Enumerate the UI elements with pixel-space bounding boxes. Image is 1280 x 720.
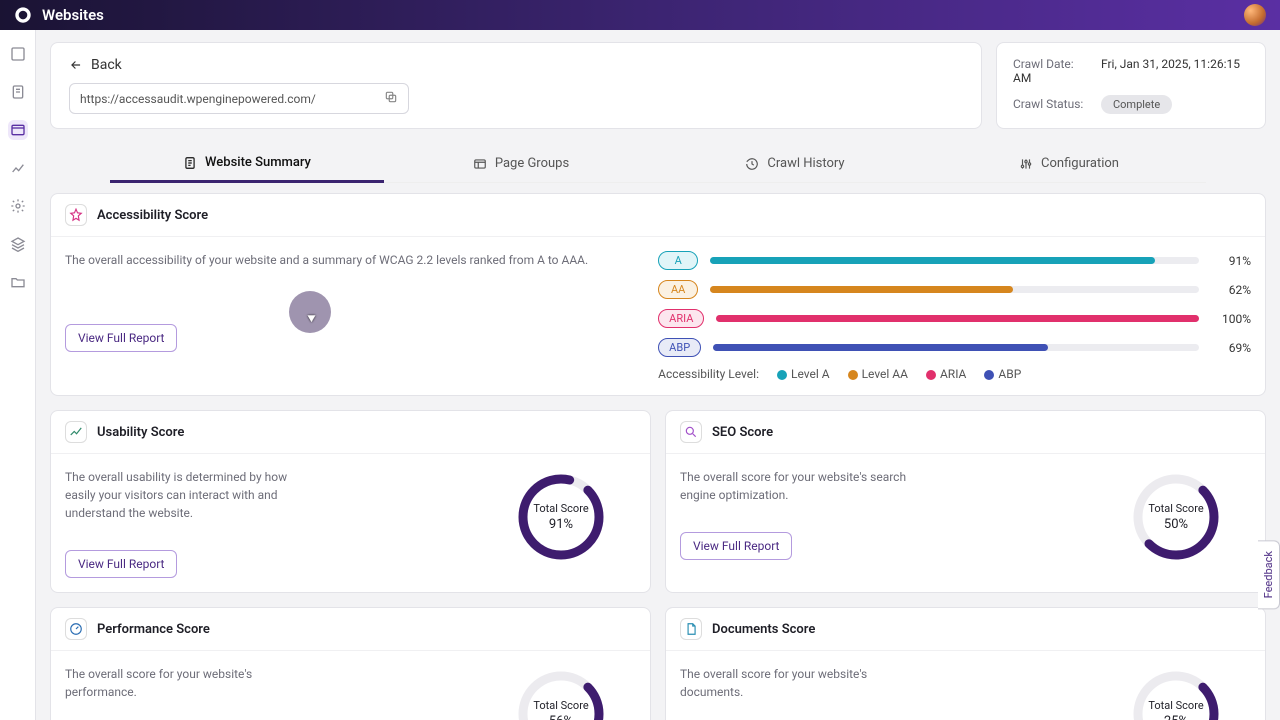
tab-label: Configuration <box>1041 156 1119 171</box>
star-icon <box>65 204 87 226</box>
bar-percent: 69% <box>1211 341 1251 355</box>
level-pill: AA <box>658 280 698 299</box>
app-logo-icon <box>14 6 32 24</box>
view-full-report-button[interactable]: View Full Report <box>65 550 177 578</box>
nav-dashboard-icon[interactable] <box>8 44 28 64</box>
nav-reports-icon[interactable] <box>8 82 28 102</box>
card-title: Documents Score <box>712 622 815 637</box>
legend-item: ABP <box>984 367 1021 381</box>
accessibility-desc: The overall accessibility of your websit… <box>65 251 628 269</box>
bar-row-a: A 91% <box>658 251 1251 270</box>
crawl-status-badge: Complete <box>1101 95 1172 114</box>
url-input[interactable]: https://accessaudit.wpenginepowered.com/ <box>69 83 409 114</box>
level-pill: A <box>658 251 698 270</box>
tab-label: Crawl History <box>767 156 844 171</box>
score-value: 91% <box>549 517 573 532</box>
legend-item: Level AA <box>848 367 908 381</box>
legend-item: Level A <box>777 367 830 381</box>
seo-desc: The overall score for your website's sea… <box>680 468 920 504</box>
accessibility-bars: A 91% AA 62% ARIA 100% ABP 69% Accessibility Lev… <box>658 251 1251 381</box>
user-avatar[interactable] <box>1244 4 1266 26</box>
back-button[interactable]: Back <box>69 57 122 73</box>
search-icon <box>680 421 702 443</box>
accessibility-card: Accessibility Score The overall accessib… <box>50 193 1266 396</box>
url-text: https://accessaudit.wpenginepowered.com/ <box>80 92 316 106</box>
documents-desc: The overall score for your website's doc… <box>680 665 920 701</box>
card-title: Accessibility Score <box>97 208 208 223</box>
performance-card: Performance Score The overall score for … <box>50 607 651 720</box>
crawl-meta-card: Crawl Date: Fri, Jan 31, 2025, 11:26:15 … <box>996 42 1266 129</box>
bar-row-aria: ARIA 100% <box>658 309 1251 328</box>
score-label: Total Score <box>533 502 588 515</box>
bar-percent: 100% <box>1211 312 1251 326</box>
tab-configuration[interactable]: Configuration <box>932 145 1206 182</box>
card-title: Usability Score <box>97 425 184 440</box>
nav-websites-icon[interactable] <box>8 120 28 140</box>
back-label: Back <box>91 57 122 73</box>
nav-layers-icon[interactable] <box>8 234 28 254</box>
tab-label: Website Summary <box>205 155 311 170</box>
history-icon <box>745 157 759 171</box>
crawl-status-label: Crawl Status: <box>1013 97 1098 111</box>
bar-row-abp: ABP 69% <box>658 338 1251 357</box>
bar-track <box>713 344 1199 351</box>
seo-card: SEO Score The overall score for your web… <box>665 410 1266 593</box>
usability-donut: Total Score 91% <box>516 472 606 562</box>
nav-settings-icon[interactable] <box>8 196 28 216</box>
level-pill: ARIA <box>658 309 704 328</box>
crawl-date-label: Crawl Date: <box>1013 57 1098 71</box>
gauge-icon <box>65 618 87 640</box>
usability-desc: The overall usability is determined by h… <box>65 468 305 522</box>
bar-track <box>710 257 1199 264</box>
card-title: Performance Score <box>97 622 210 637</box>
usability-card: Usability Score The overall usability is… <box>50 410 651 593</box>
tabs: Website Summary Page Groups Crawl Histor… <box>110 145 1206 183</box>
topbar: Websites <box>0 0 1280 30</box>
legend-item: ARIA <box>926 367 966 381</box>
score-label: Total Score <box>1148 502 1203 515</box>
groups-icon <box>473 157 487 171</box>
summary-icon <box>183 156 197 170</box>
feedback-tab[interactable]: Feedback <box>1258 540 1280 609</box>
sidebar <box>0 30 36 720</box>
level-pill: ABP <box>658 338 701 357</box>
score-value: 56% <box>549 714 573 720</box>
score-value: 25% <box>1164 714 1188 720</box>
tab-website-summary[interactable]: Website Summary <box>110 145 384 183</box>
score-label: Total Score <box>533 699 588 712</box>
bar-percent: 62% <box>1211 283 1251 297</box>
nav-folder-icon[interactable] <box>8 272 28 292</box>
view-full-report-button[interactable]: View Full Report <box>65 324 177 352</box>
accessibility-legend: Accessibility Level: Level A Level AA ARIA A… <box>658 367 1251 381</box>
legend-label: Accessibility Level: <box>658 367 759 381</box>
bar-track <box>710 286 1199 293</box>
trend-icon <box>65 421 87 443</box>
arrow-left-icon <box>69 58 83 72</box>
documents-card: Documents Score The overall score for yo… <box>665 607 1266 720</box>
copy-icon[interactable] <box>384 90 398 107</box>
seo-donut: Total Score 50% <box>1131 472 1221 562</box>
performance-donut: Total Score 56% <box>516 669 606 720</box>
bar-row-aa: AA 62% <box>658 280 1251 299</box>
document-icon <box>680 618 702 640</box>
documents-donut: Total Score 25% <box>1131 669 1221 720</box>
bar-percent: 91% <box>1211 254 1251 268</box>
performance-desc: The overall score for your website's per… <box>65 665 305 701</box>
config-icon <box>1019 157 1033 171</box>
tab-label: Page Groups <box>495 156 569 171</box>
page-title: Websites <box>42 6 104 24</box>
view-full-report-button[interactable]: View Full Report <box>680 532 792 560</box>
url-card: Back https://accessaudit.wpenginepowered… <box>50 42 982 129</box>
score-label: Total Score <box>1148 699 1203 712</box>
card-title: SEO Score <box>712 425 773 440</box>
tab-page-groups[interactable]: Page Groups <box>384 145 658 182</box>
tab-crawl-history[interactable]: Crawl History <box>658 145 932 182</box>
score-value: 50% <box>1164 517 1188 532</box>
nav-analytics-icon[interactable] <box>8 158 28 178</box>
bar-track <box>716 315 1199 322</box>
